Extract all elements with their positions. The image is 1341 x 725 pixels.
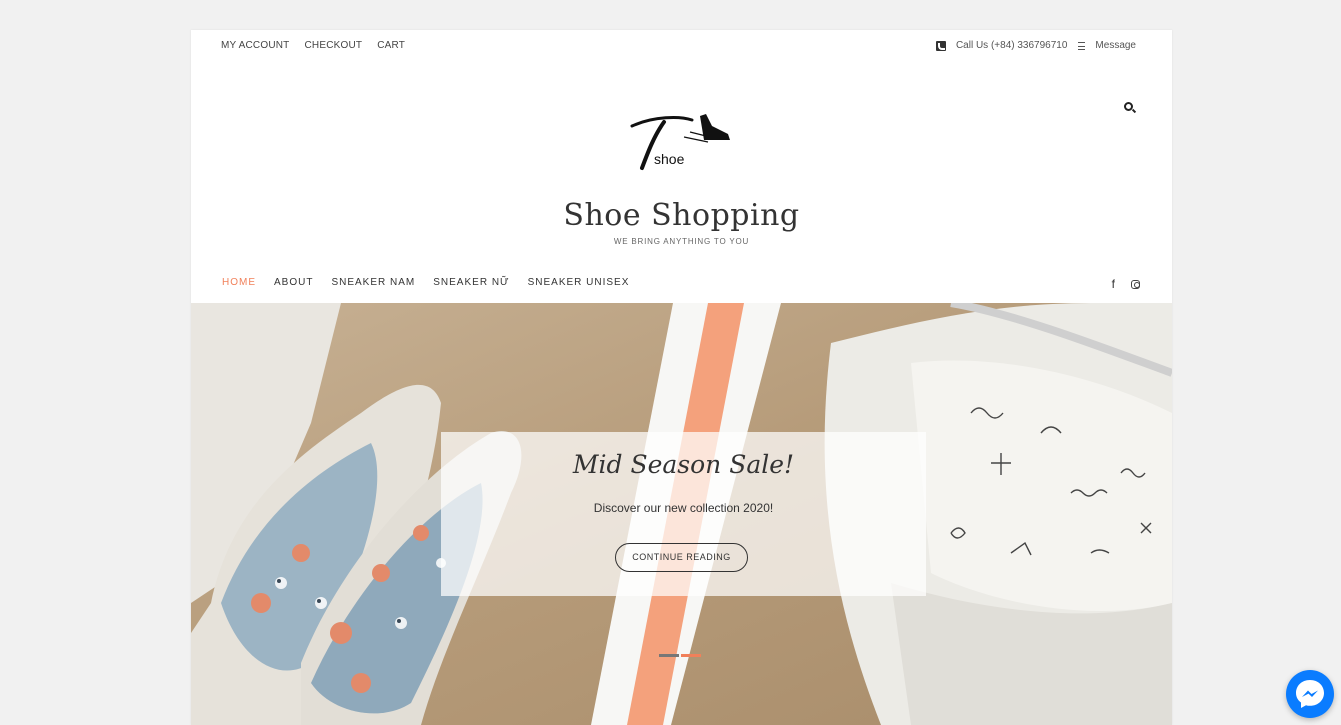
top-bar: MY ACCOUNT CHECKOUT CART Call Us (+84) 3… <box>191 30 1172 62</box>
cart-link[interactable]: CART <box>377 40 405 51</box>
slider-dots <box>659 654 701 657</box>
phone-icon <box>935 40 946 51</box>
social-links: f <box>1112 277 1140 291</box>
search-icon[interactable] <box>1124 102 1133 111</box>
page-container: MY ACCOUNT CHECKOUT CART Call Us (+84) 3… <box>191 30 1172 725</box>
messenger-icon <box>1296 680 1324 708</box>
slide-subtitle: Discover our new collection 2020! <box>593 501 774 515</box>
account-links: MY ACCOUNT CHECKOUT CART <box>221 40 405 51</box>
nav-item-sneaker-nam[interactable]: SNEAKER NAM <box>331 277 415 288</box>
logo-text: shoe <box>654 151 685 167</box>
facebook-icon[interactable]: f <box>1112 277 1115 291</box>
nav-item-about[interactable]: ABOUT <box>274 277 313 288</box>
checkout-link[interactable]: CHECKOUT <box>305 40 363 51</box>
hero-slider: Mid Season Sale! Discover our new collec… <box>191 303 1172 725</box>
site-tagline: WE BRING ANYTHING TO YOU <box>613 237 750 246</box>
continue-reading-button[interactable]: CONTINUE READING <box>615 543 748 572</box>
main-nav: HOME ABOUT SNEAKER NAM SNEAKER NỮ SNEAKE… <box>222 277 629 288</box>
slide-title: Mid Season Sale! <box>572 450 795 479</box>
slider-dot-1[interactable] <box>659 654 679 657</box>
site-logo[interactable]: shoe <box>624 110 734 176</box>
message-link[interactable]: Message <box>1095 40 1136 51</box>
instagram-icon[interactable] <box>1131 279 1140 289</box>
nav-item-sneaker-unisex[interactable]: SNEAKER UNISEX <box>528 277 630 288</box>
nav-item-home[interactable]: HOME <box>222 277 256 288</box>
nav-item-sneaker-nu[interactable]: SNEAKER NỮ <box>433 277 509 288</box>
phone-link[interactable]: Call Us (+84) 336796710 <box>956 40 1067 51</box>
site-title[interactable]: Shoe Shopping <box>191 198 1172 233</box>
messenger-chat-button[interactable] <box>1286 670 1334 718</box>
contact-info: Call Us (+84) 336796710 Message <box>935 40 1136 51</box>
message-icon <box>1078 41 1086 50</box>
my-account-link[interactable]: MY ACCOUNT <box>221 40 290 51</box>
slide-caption: Mid Season Sale! Discover our new collec… <box>441 432 926 596</box>
slider-dot-2[interactable] <box>681 654 701 657</box>
